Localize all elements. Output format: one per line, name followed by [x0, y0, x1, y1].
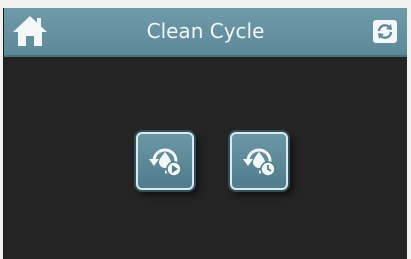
schedule-cycle-face [230, 132, 288, 190]
page-title: Clean Cycle [146, 19, 265, 43]
start-cycle-face [136, 132, 194, 190]
refresh-button[interactable] [371, 18, 399, 45]
cycle-clock-icon [243, 148, 276, 177]
home-button[interactable] [10, 12, 50, 50]
schedule-cycle-button[interactable] [224, 126, 294, 196]
start-cycle-button[interactable] [130, 126, 200, 196]
home-icon [13, 16, 47, 46]
refresh-icon [373, 20, 397, 43]
cycle-play-icon [149, 148, 182, 177]
device-screen: Clean Cycle [3, 8, 407, 259]
header-bar: Clean Cycle [4, 8, 407, 57]
